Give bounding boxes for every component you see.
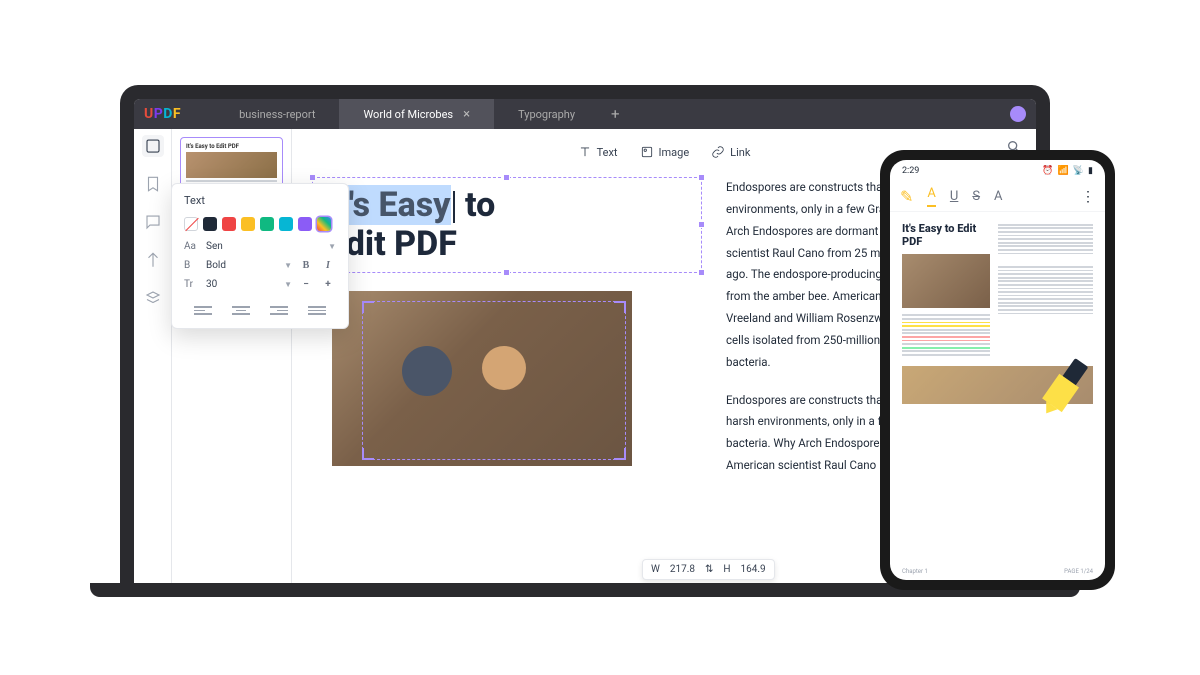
alignment-row (184, 298, 336, 318)
squiggly-tool[interactable]: A (994, 189, 1002, 204)
align-right-button[interactable] (270, 304, 288, 318)
thumbnails-icon[interactable] (142, 135, 164, 157)
text-edit-box[interactable]: It's Easy toEdit PDF (312, 177, 702, 273)
phone-image (902, 254, 990, 308)
more-icon[interactable]: ⋮ (1081, 189, 1095, 205)
color-purple[interactable] (298, 217, 312, 231)
phone-frame: 2:29 ⏰ 📶 📡 ▮ ✎ A U S A ⋮ It's Easy to Edit … (880, 150, 1115, 590)
underline-tool[interactable]: U (950, 189, 958, 204)
phone-statusbar: 2:29 ⏰ 📶 📡 ▮ (890, 160, 1105, 182)
align-justify-button[interactable] (308, 304, 326, 318)
font-weight-select[interactable]: Bold (206, 260, 278, 271)
chevron-down-icon[interactable]: ▼ (328, 242, 336, 251)
text-cursor (453, 191, 455, 223)
phone-document[interactable]: It's Easy to Edit PDF (890, 212, 1105, 562)
italic-button[interactable]: I (320, 260, 336, 271)
link-tool-button[interactable]: Link (711, 145, 750, 159)
app-logo: UPDF (144, 106, 181, 122)
font-family-select[interactable]: Sen (206, 241, 322, 252)
bold-button[interactable]: B (298, 260, 314, 271)
page-indicator: PAGE 1/24 (1064, 568, 1093, 575)
font-size-input[interactable]: 30 (206, 279, 278, 290)
add-tab-button[interactable]: + (599, 99, 632, 129)
align-center-button[interactable] (232, 304, 250, 318)
font-weight-row: B Bold ▼ B I (184, 260, 336, 271)
decrease-size-button[interactable]: − (298, 279, 314, 290)
highlighted-text-red (902, 336, 990, 338)
increase-size-button[interactable]: + (320, 279, 336, 290)
chevron-down-icon[interactable]: ▼ (284, 261, 292, 270)
image-crop-frame[interactable] (362, 301, 626, 460)
color-red[interactable] (222, 217, 236, 231)
strikethrough-tool[interactable]: S (972, 189, 980, 204)
tab-bar: business-report World of Microbes× Typog… (215, 99, 631, 129)
titlebar: UPDF business-report World of Microbes× … (134, 99, 1036, 129)
color-custom[interactable] (317, 217, 331, 231)
image-dimensions: W 217.8 ⇅ H 164.9 (642, 559, 775, 580)
phone-screen: 2:29 ⏰ 📶 📡 ▮ ✎ A U S A ⋮ It's Easy to Edit … (890, 160, 1105, 580)
chapter-label: Chapter 1 (902, 568, 928, 575)
panel-title: Text (184, 194, 336, 207)
height-value[interactable]: 164.9 (741, 564, 766, 575)
highlighter-pen-icon (1029, 351, 1099, 426)
color-none[interactable] (184, 217, 198, 231)
color-cyan[interactable] (279, 217, 293, 231)
color-swatch-row (184, 217, 336, 231)
phone-doc-title: It's Easy to Edit PDF (902, 222, 990, 248)
layers-icon[interactable] (142, 287, 164, 309)
text-tool-button[interactable]: Text (578, 145, 618, 159)
color-black[interactable] (203, 217, 217, 231)
align-left-button[interactable] (194, 304, 212, 318)
highlighted-text-yellow (902, 322, 990, 324)
phone-footer: Chapter 1 PAGE 1/24 (890, 562, 1105, 580)
phone-time: 2:29 (902, 166, 919, 176)
comment-icon[interactable] (142, 211, 164, 233)
highlighted-text-yellow (902, 325, 990, 327)
color-yellow[interactable] (241, 217, 255, 231)
highlighted-text-red (902, 340, 990, 342)
highlight-tool[interactable]: A (927, 186, 935, 207)
tab-typography[interactable]: Typography (494, 99, 599, 129)
tab-business-report[interactable]: business-report (215, 99, 339, 129)
font-family-row: Aa Sen ▼ (184, 241, 336, 252)
user-avatar[interactable] (1010, 106, 1026, 122)
width-value[interactable]: 217.8 (670, 564, 695, 575)
status-icons: ⏰ 📶 📡 ▮ (1042, 166, 1093, 176)
pen-tool-icon[interactable]: ✎ (900, 187, 913, 206)
signal-icon: 📡 (1073, 166, 1084, 176)
chevron-down-icon[interactable]: ▼ (284, 280, 292, 289)
alarm-icon: ⏰ (1042, 166, 1053, 176)
width-label: W (651, 564, 660, 575)
phone-annotation-toolbar: ✎ A U S A ⋮ (890, 182, 1105, 212)
color-green[interactable] (260, 217, 274, 231)
close-tab-icon[interactable]: × (463, 107, 470, 122)
font-size-row: Tr 30 ▼ − + (184, 279, 336, 290)
height-label: H (723, 564, 730, 575)
highlighted-text-green (902, 347, 990, 349)
wifi-icon: 📶 (1058, 166, 1069, 176)
left-rail (134, 129, 172, 595)
attachment-icon[interactable] (142, 249, 164, 271)
link-dims-icon[interactable]: ⇅ (705, 564, 713, 575)
tab-world-of-microbes[interactable]: World of Microbes× (339, 99, 494, 129)
battery-icon: ▮ (1088, 166, 1093, 176)
text-format-panel: Text Aa Sen ▼ B B (171, 183, 349, 329)
bookmark-icon[interactable] (142, 173, 164, 195)
image-tool-button[interactable]: Image (640, 145, 690, 159)
document-title[interactable]: It's Easy toEdit PDF (327, 186, 687, 264)
document-image[interactable] (332, 291, 632, 466)
